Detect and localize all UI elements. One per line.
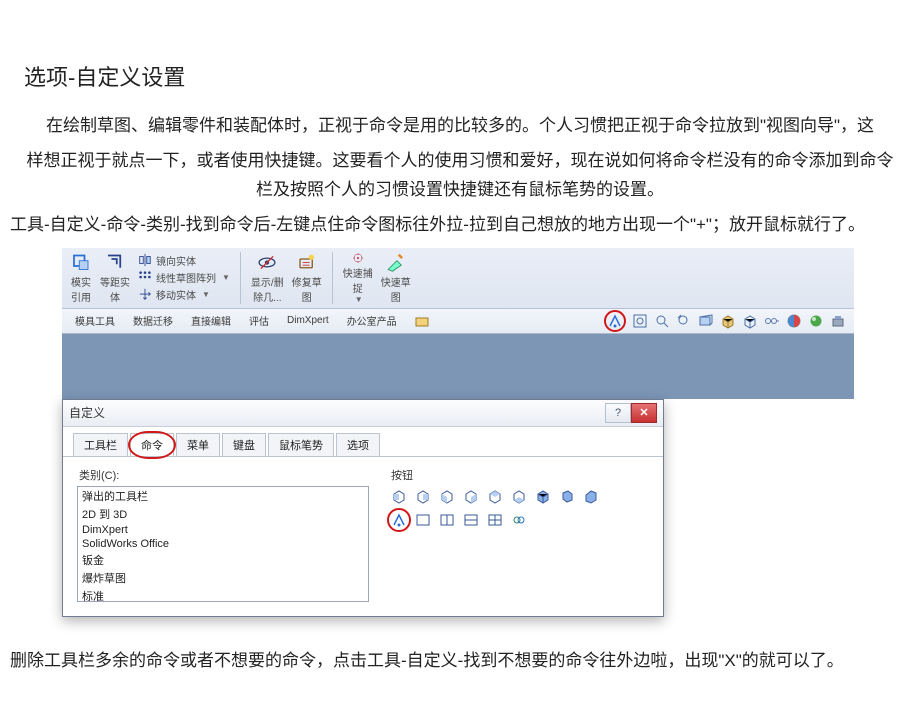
single-view-icon[interactable] — [413, 510, 433, 530]
folder-icon — [415, 315, 429, 327]
view-left-icon[interactable] — [437, 486, 457, 506]
dropdown-arrow-icon: ▼ — [355, 295, 363, 304]
ribbon-btn-pattern[interactable]: 线性草图阵列▼ — [138, 269, 230, 286]
ribbon-btn-mirror[interactable]: 镜向实体 — [138, 252, 230, 269]
tab-extra[interactable] — [406, 310, 438, 332]
ribbon-btn-move[interactable]: 移动实体▼ — [138, 286, 230, 303]
buttons-label: 按钮 — [391, 467, 609, 483]
normal-to-button[interactable] — [604, 310, 626, 332]
dropdown-arrow-icon: ▼ — [202, 290, 210, 299]
category-label: 类别(C): — [79, 467, 369, 483]
ribbon-group-sketch: 镜向实体 线性草图阵列▼ 移动实体▼ — [134, 252, 241, 304]
offset-icon — [104, 252, 126, 273]
buttons-grid — [389, 486, 609, 530]
tab-mold[interactable]: 模具工具 — [66, 308, 124, 333]
entity-icon — [70, 252, 92, 273]
tab-options[interactable]: 选项 — [336, 433, 380, 456]
doc-tabbar: 模具工具 数据迁移 直接编辑 评估 DimXpert 办公室产品 — [62, 309, 854, 334]
category-list[interactable]: 弹出的工具栏 2D 到 3D DimXpert SolidWorks Offic… — [77, 486, 369, 602]
list-item[interactable]: 标准 — [78, 587, 368, 602]
prev-view-icon[interactable] — [676, 313, 692, 329]
link-views-icon[interactable] — [509, 510, 529, 530]
display-style-icon[interactable] — [742, 313, 758, 329]
workspace-bg — [62, 334, 854, 399]
pattern-icon — [138, 270, 152, 284]
customize-dialog: 自定义 ? ✕ 工具栏 命令 菜单 键盘 鼠标笔势 选项 类别(C): 弹出的工… — [62, 399, 664, 617]
view-front-icon[interactable] — [389, 486, 409, 506]
list-item[interactable]: 弹出的工具栏 — [78, 487, 368, 505]
paragraph-2: 样想正视于就点一下，或者使用快捷键。这要看个人的使用习惯和爱好，现在说如何将命令… — [25, 147, 895, 205]
paragraph-1: 在绘制草图、编辑零件和装配体时，正视于命令是用的比较多的。个人习惯把正视于命令拉… — [25, 112, 895, 141]
snap-icon — [347, 252, 369, 264]
scene-icon[interactable] — [808, 313, 824, 329]
appearance-icon[interactable] — [786, 313, 802, 329]
zoom-area-icon[interactable] — [654, 313, 670, 329]
tab-mouse[interactable]: 鼠标笔势 — [268, 433, 334, 456]
help-button[interactable]: ? — [605, 403, 631, 423]
four-view-icon[interactable] — [485, 510, 505, 530]
repair-icon — [296, 252, 318, 273]
tab-direct[interactable]: 直接编辑 — [182, 308, 240, 333]
list-item[interactable]: 钣金 — [78, 551, 368, 569]
tab-menu[interactable]: 菜单 — [176, 433, 220, 456]
settings-icon[interactable] — [830, 313, 846, 329]
tab-keyboard[interactable]: 键盘 — [222, 433, 266, 456]
view-trimetric-icon[interactable] — [557, 486, 577, 506]
normal-to-icon-btn[interactable] — [389, 510, 409, 530]
ribbon-btn-quicksketch[interactable]: 快速草图 — [377, 252, 415, 304]
zoom-fit-icon[interactable] — [632, 313, 648, 329]
tab-toolbar[interactable]: 工具栏 — [73, 433, 128, 456]
move-icon — [138, 287, 152, 301]
two-view-h-icon[interactable] — [437, 510, 457, 530]
tab-eval[interactable]: 评估 — [240, 308, 278, 333]
view-bottom-icon[interactable] — [509, 486, 529, 506]
hide-show-icon[interactable] — [764, 313, 780, 329]
tab-commands[interactable]: 命令 — [130, 433, 174, 456]
list-item[interactable]: SolidWorks Office — [78, 537, 368, 551]
ribbon-btn-ref[interactable]: 模实引用 — [66, 252, 96, 304]
paragraph-3: 工具-自定义-命令-类别-找到命令后-左键点住命令图标往外拉-拉到自己想放的地方… — [10, 211, 910, 240]
list-item[interactable]: DimXpert — [78, 523, 368, 537]
section-icon[interactable] — [698, 313, 714, 329]
mirror-icon — [138, 253, 152, 267]
dialog-tabs: 工具栏 命令 菜单 键盘 鼠标笔势 选项 — [63, 427, 663, 457]
list-item[interactable]: 爆炸草图 — [78, 569, 368, 587]
ribbon-btn-offset[interactable]: 等距实体 — [96, 252, 134, 304]
page-title: 选项-自定义设置 — [24, 60, 910, 92]
two-view-v-icon[interactable] — [461, 510, 481, 530]
eye-icon — [256, 252, 278, 273]
view-back-icon[interactable] — [413, 486, 433, 506]
view-iso-icon[interactable] — [533, 486, 553, 506]
list-item[interactable]: 2D 到 3D — [78, 505, 368, 523]
dialog-titlebar[interactable]: 自定义 ? ✕ — [63, 400, 663, 427]
tab-office[interactable]: 办公室产品 — [338, 308, 406, 333]
view-right-icon[interactable] — [461, 486, 481, 506]
tab-data[interactable]: 数据迁移 — [124, 308, 182, 333]
ribbon-btn-snap[interactable]: 快速捕捉▼ — [339, 252, 377, 304]
view-orient-icon[interactable] — [720, 313, 736, 329]
normal-to-icon — [607, 313, 623, 329]
view-dimetric-icon[interactable] — [581, 486, 601, 506]
ribbon: 模实引用 等距实体 镜向实体 线性草图阵列▼ 移动实体▼ 显示/删除几... 修… — [62, 248, 854, 309]
ribbon-btn-show[interactable]: 显示/删除几... — [247, 252, 288, 304]
quicksketch-icon — [385, 252, 407, 273]
paragraph-4: 删除工具栏多余的命令或者不想要的命令，点击工具-自定义-找到不想要的命令往外边啦… — [10, 647, 910, 676]
dialog-title: 自定义 — [69, 404, 605, 421]
close-button[interactable]: ✕ — [631, 403, 657, 423]
dropdown-arrow-icon: ▼ — [222, 273, 230, 282]
tab-dimxpert[interactable]: DimXpert — [278, 310, 338, 331]
view-top-icon[interactable] — [485, 486, 505, 506]
ribbon-btn-repair[interactable]: 修复草图 — [288, 252, 333, 304]
screenshot-container: 模实引用 等距实体 镜向实体 线性草图阵列▼ 移动实体▼ 显示/删除几... 修… — [62, 248, 854, 617]
view-toolbar — [604, 310, 854, 332]
